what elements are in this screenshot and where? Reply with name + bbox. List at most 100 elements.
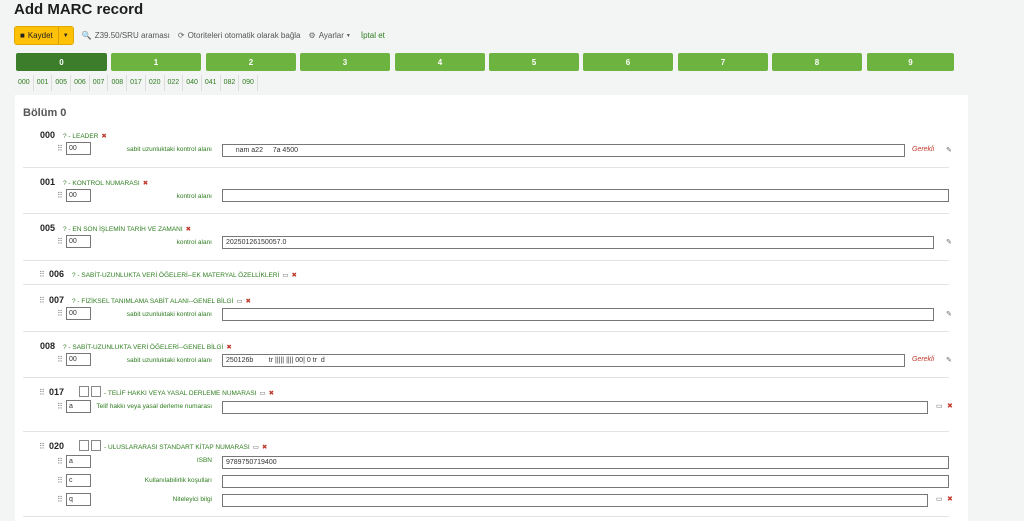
field-020q-input[interactable] [222, 494, 928, 507]
field-link-022[interactable]: 022 [165, 75, 184, 91]
delete-field-icon[interactable]: ✖ [269, 390, 274, 397]
save-button-label[interactable]: ■ Kaydet [15, 27, 59, 44]
field-link-040[interactable]: 040 [183, 75, 202, 91]
delete-field-icon[interactable]: ✖ [292, 272, 297, 279]
drag-handle-icon[interactable]: ⠿ [57, 495, 63, 504]
delete-field-icon[interactable]: ✖ [101, 133, 106, 140]
field-008-input[interactable]: 250126b tr ||||| |||| 00| 0 tr d [222, 354, 905, 367]
divider [23, 213, 949, 214]
indicator-2-input[interactable] [91, 440, 101, 451]
z3950-search-button[interactable]: 🔍 Z39.50/SRU araması [82, 31, 170, 40]
link-authorities-button[interactable]: ⟳ Otoriteleri otomatik olarak bağla [178, 31, 301, 40]
tab-4[interactable]: 4 [395, 53, 485, 71]
drag-handle-icon[interactable]: ⠿ [57, 309, 63, 318]
drag-handle-icon[interactable]: ⠿ [57, 476, 63, 485]
field-007-input[interactable] [222, 308, 934, 321]
tab-panel-0: Bölüm 0 000 ? - LEADER ✖ ⠿ 00 sabit uzunl… [15, 95, 968, 521]
field-link-006[interactable]: 006 [71, 75, 90, 91]
field-link-017[interactable]: 017 [127, 75, 146, 91]
edit-icon[interactable]: ✎ [946, 356, 952, 364]
field-link-008[interactable]: 008 [108, 75, 128, 91]
tab-2[interactable]: 2 [206, 53, 296, 71]
caret-down-icon: ▼ [62, 32, 69, 39]
drag-handle-icon[interactable]: ⠿ [57, 402, 63, 411]
drag-handle-icon[interactable]: ⠿ [57, 355, 63, 364]
drag-handle-icon[interactable]: ⠿ [57, 191, 63, 200]
divider [23, 431, 949, 432]
tab-9[interactable]: 9 [867, 53, 954, 71]
settings-dropdown[interactable]: ⚙ Ayarlar ▼ [309, 31, 351, 40]
field-link-007[interactable]: 007 [90, 75, 109, 91]
divider [23, 331, 949, 332]
delete-field-icon[interactable]: ✖ [262, 444, 267, 451]
field-020a-input[interactable]: 9789750719400 [222, 456, 949, 469]
delete-subfield-icon[interactable]: ✖ [947, 402, 953, 410]
tag-000-name[interactable]: ? - LEADER ✖ [63, 132, 107, 140]
field-005-input[interactable]: 20250126150057.0 [222, 236, 934, 249]
drag-handle-icon[interactable]: ⠿ [39, 296, 45, 305]
drag-handle-icon[interactable]: ⠿ [57, 144, 63, 153]
clone-field-icon[interactable]: ▭ [282, 272, 288, 279]
delete-field-icon[interactable]: ✖ [143, 180, 148, 187]
field-link-082[interactable]: 082 [221, 75, 240, 91]
tab-3[interactable]: 3 [300, 53, 390, 71]
field-link-020[interactable]: 020 [146, 75, 165, 91]
gear-icon: ⚙ [308, 31, 316, 40]
tag-017-name[interactable]: - TELİF HAKKI VEYA YASAL DERLEME NUMARAS… [104, 389, 274, 397]
field-link-000[interactable]: 000 [15, 75, 34, 91]
cancel-button[interactable]: İptal et [361, 31, 385, 40]
clone-subfield-icon[interactable]: ▭ [936, 495, 943, 503]
tab-6[interactable]: 6 [583, 53, 673, 71]
toolbar: ■ Kaydet ▼ 🔍 Z39.50/SRU araması ⟳ Otoritel… [14, 26, 385, 45]
divider [23, 167, 949, 168]
tag-008-name[interactable]: ? - SABİT-UZUNLUKTA VERİ ÖĞELERİ--GENEL … [63, 343, 232, 351]
tag-001-name[interactable]: ? - KONTROL NUMARASI ✖ [63, 179, 148, 187]
clone-subfield-icon[interactable]: ▭ [936, 402, 943, 410]
divider [23, 260, 949, 261]
clone-field-icon[interactable]: ▭ [236, 298, 242, 305]
edit-icon[interactable]: ✎ [946, 238, 952, 246]
drag-handle-icon[interactable]: ⠿ [39, 270, 45, 279]
edit-icon[interactable]: ✎ [946, 146, 952, 154]
field-017a-input[interactable] [222, 401, 928, 414]
subfield-label-000: sabit uzunluktaki kontrol alanı [126, 146, 212, 153]
drag-handle-icon[interactable]: ⠿ [39, 442, 45, 451]
field-020c-input[interactable] [222, 475, 949, 488]
tab-1[interactable]: 1 [111, 53, 201, 71]
delete-field-icon[interactable]: ✖ [186, 226, 191, 233]
save-dropdown-toggle[interactable]: ▼ [59, 27, 73, 44]
delete-subfield-icon[interactable]: ✖ [947, 495, 953, 503]
caret-down-icon: ▼ [345, 32, 351, 39]
indicator-2-input[interactable] [91, 386, 101, 397]
tab-7[interactable]: 7 [678, 53, 768, 71]
tag-007-name[interactable]: ? - FİZİKSEL TANIMLAMA SABİT ALANI--GENE… [72, 297, 251, 305]
tab-8[interactable]: 8 [772, 53, 862, 71]
tab-0[interactable]: 0 [16, 53, 107, 71]
drag-handle-icon[interactable]: ⠿ [57, 457, 63, 466]
field-000-input[interactable]: nam a22 7a 4500 [222, 144, 905, 157]
field-link-090[interactable]: 090 [239, 75, 258, 91]
tag-005: 005 [40, 223, 56, 233]
subfield-label-001: kontrol alanı [176, 193, 212, 200]
tag-001: 001 [40, 177, 56, 187]
delete-field-icon[interactable]: ✖ [226, 344, 231, 351]
field-001-input[interactable] [222, 189, 949, 202]
drag-handle-icon[interactable]: ⠿ [57, 237, 63, 246]
delete-field-icon[interactable]: ✖ [246, 298, 251, 305]
divider [23, 377, 949, 378]
indicator-1-input[interactable] [79, 440, 89, 451]
field-link-005[interactable]: 005 [52, 75, 72, 91]
save-button[interactable]: ■ Kaydet ▼ [14, 26, 74, 45]
clone-field-icon[interactable]: ▭ [259, 390, 265, 397]
field-link-001[interactable]: 001 [34, 75, 53, 91]
clone-field-icon[interactable]: ▭ [253, 444, 259, 451]
tag-006-name[interactable]: ? - SABİT-UZUNLUKTA VERİ ÖĞELERİ--EK MAT… [72, 271, 297, 279]
indicator-1-input[interactable] [79, 386, 89, 397]
field-link-041[interactable]: 041 [202, 75, 221, 91]
required-label: Gerekli [912, 356, 935, 363]
tag-005-name[interactable]: ? - EN SON İŞLEMİN TARİH VE ZAMANI ✖ [63, 225, 191, 233]
edit-icon[interactable]: ✎ [946, 310, 952, 318]
tag-020-name[interactable]: - ULUSLARARASI STANDART KİTAP NUMARASI ▭ ✖ [104, 443, 267, 451]
tab-5[interactable]: 5 [489, 53, 579, 71]
drag-handle-icon[interactable]: ⠿ [39, 388, 45, 397]
